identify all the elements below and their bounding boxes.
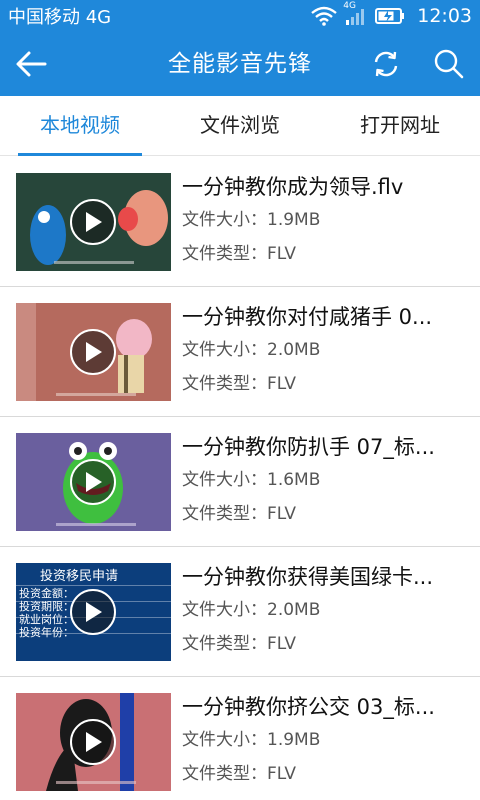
thumbnail-text-line: 就业岗位： (19, 613, 74, 626)
clock: 12:03 (417, 5, 472, 27)
video-size: 文件大小：2.0MB (182, 340, 321, 360)
app-bar: 全能影音先锋 (0, 32, 480, 96)
video-type: 文件类型：FLV (182, 634, 297, 654)
video-size: 文件大小：1.9MB (182, 210, 321, 230)
network-type-badge: 4G (343, 1, 356, 11)
video-type: 文件类型：FLV (182, 504, 297, 524)
video-title: 一分钟教你对付咸猪手 0... (182, 305, 433, 329)
play-button[interactable] (70, 719, 116, 765)
arrow-left-icon (16, 51, 47, 77)
tab-open-url[interactable]: 打开网址 (320, 96, 480, 156)
thumbnail-text-line: 投资年份： (19, 626, 74, 639)
play-icon (86, 602, 102, 622)
video-info: 一分钟教你成为领导.flv 文件大小：1.9MB 文件类型：FLV (182, 171, 466, 271)
video-thumbnail[interactable] (16, 173, 171, 271)
play-icon (86, 732, 102, 752)
video-title: 一分钟教你获得美国绿卡... (182, 565, 434, 589)
video-list-item[interactable]: 投资移民申请 投资金额： 投资期限： 就业岗位： 投资年份： 一分钟教你获得美国… (0, 547, 480, 677)
play-button[interactable] (70, 199, 116, 245)
tab-local-videos[interactable]: 本地视频 (0, 96, 160, 156)
battery-icon (375, 7, 405, 25)
video-type: 文件类型：FLV (182, 374, 297, 394)
play-button[interactable] (70, 459, 116, 505)
tab-file-browser[interactable]: 文件浏览 (160, 96, 320, 156)
app-title: 全能影音先锋 (168, 51, 312, 77)
carrier-label: 中国移动 4G (8, 7, 112, 28)
cellular-signal-icon: 4G (343, 1, 367, 26)
tab-bar: 本地视频 文件浏览 打开网址 (0, 96, 480, 156)
video-type: 文件类型：FLV (182, 244, 297, 264)
thumbnail-text-block: 投资金额： 投资期限： 就业岗位： 投资年份： (19, 587, 74, 639)
system-icons: 4G 12:03 (311, 1, 472, 27)
back-button[interactable] (12, 46, 50, 82)
play-icon (86, 212, 102, 232)
video-thumbnail[interactable] (16, 693, 171, 791)
video-size: 文件大小：1.9MB (182, 730, 321, 750)
refresh-icon (374, 51, 398, 77)
video-info: 一分钟教你防扒手 07_标... 文件大小：1.6MB 文件类型：FLV (182, 431, 466, 531)
play-button[interactable] (70, 589, 116, 635)
video-list-item[interactable]: 一分钟教你挤公交 03_标... 文件大小：1.9MB 文件类型：FLV (0, 677, 480, 800)
video-list-item[interactable]: 一分钟教你防扒手 07_标... 文件大小：1.6MB 文件类型：FLV (0, 417, 480, 547)
video-info: 一分钟教你获得美国绿卡... 文件大小：2.0MB 文件类型：FLV (182, 561, 466, 661)
video-thumbnail[interactable] (16, 303, 171, 401)
video-type: 文件类型：FLV (182, 764, 297, 784)
video-size: 文件大小：2.0MB (182, 600, 321, 620)
thumbnail-text-line: 投资金额： (19, 587, 74, 600)
video-size: 文件大小：1.6MB (182, 470, 321, 490)
search-icon (434, 49, 464, 79)
video-info: 一分钟教你挤公交 03_标... 文件大小：1.9MB 文件类型：FLV (182, 691, 466, 791)
video-info: 一分钟教你对付咸猪手 0... 文件大小：2.0MB 文件类型：FLV (182, 301, 466, 401)
thumbnail-text-line: 投资期限： (19, 600, 74, 613)
video-list: 一分钟教你成为领导.flv 文件大小：1.9MB 文件类型：FLV 一分钟教你对… (0, 157, 480, 800)
wifi-icon (311, 6, 338, 26)
video-title: 一分钟教你防扒手 07_标... (182, 435, 435, 459)
video-list-item[interactable]: 一分钟教你成为领导.flv 文件大小：1.9MB 文件类型：FLV (0, 157, 480, 287)
status-bar: 中国移动 4G 4G 12:03 (0, 0, 480, 32)
play-icon (86, 342, 102, 362)
video-list-item[interactable]: 一分钟教你对付咸猪手 0... 文件大小：2.0MB 文件类型：FLV (0, 287, 480, 417)
refresh-button[interactable] (368, 46, 404, 82)
search-button[interactable] (430, 46, 468, 82)
video-thumbnail[interactable] (16, 433, 171, 531)
play-icon (86, 472, 102, 492)
play-button[interactable] (70, 329, 116, 375)
video-thumbnail[interactable]: 投资移民申请 投资金额： 投资期限： 就业岗位： 投资年份： (16, 563, 171, 661)
video-title: 一分钟教你挤公交 03_标... (182, 695, 435, 719)
video-title: 一分钟教你成为领导.flv (182, 175, 404, 199)
